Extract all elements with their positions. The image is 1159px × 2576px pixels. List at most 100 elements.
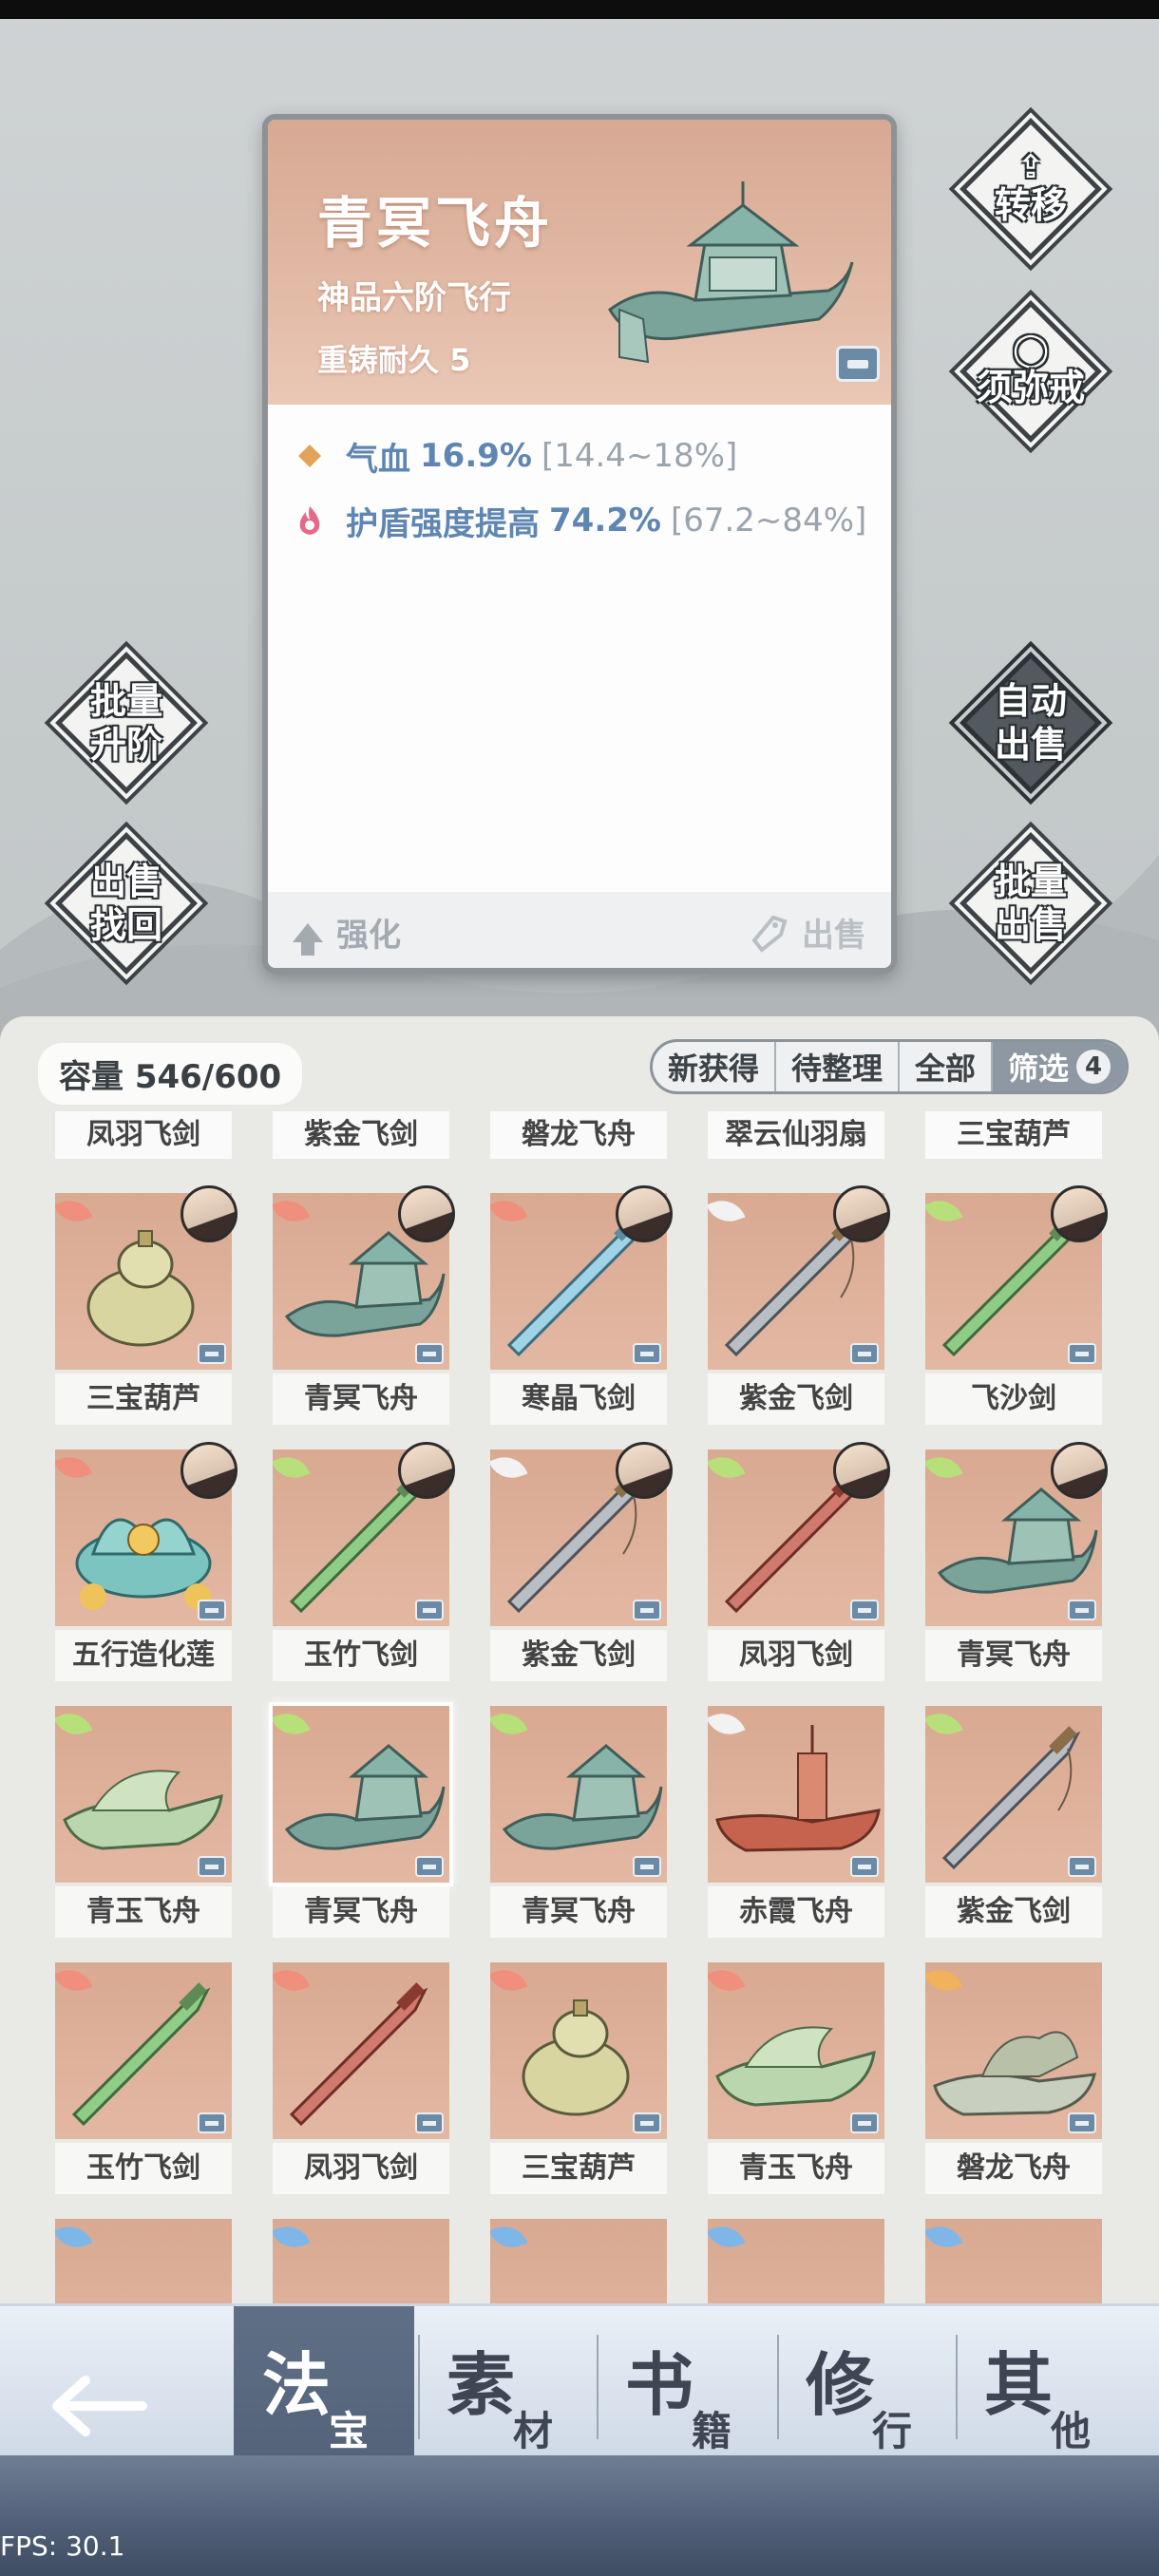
tab-new[interactable]: 新获得 xyxy=(653,1042,776,1091)
inventory-item[interactable]: 青冥飞舟 xyxy=(269,1702,453,1940)
list-item-label[interactable]: 三宝葫芦 xyxy=(925,1111,1102,1159)
lock-icon xyxy=(415,1600,444,1620)
item-name: 青冥飞舟 xyxy=(490,1886,667,1938)
item-name: 紫金飞剑 xyxy=(708,1373,884,1425)
inventory-item[interactable]: 飞沙剑 xyxy=(925,1185,1108,1427)
list-item-label[interactable]: 凤羽飞剑 xyxy=(55,1111,232,1159)
inventory-item[interactable]: 三宝葫芦 xyxy=(490,1962,667,2196)
lock-icon xyxy=(198,1600,226,1620)
item-name: 紫金飞剑 xyxy=(490,1630,667,1681)
item-title: 青冥飞舟 xyxy=(317,191,554,256)
inventory-item[interactable]: 紫金飞剑 xyxy=(490,1442,673,1683)
sumeru-ring-button[interactable]: ◯ 须弥戒 xyxy=(960,300,1102,443)
back-arrow-icon xyxy=(52,2376,147,2436)
lock-icon xyxy=(850,1600,879,1620)
lock-icon xyxy=(1068,1856,1096,1877)
lock-icon xyxy=(415,1856,444,1877)
item-thumbnail xyxy=(55,1706,232,1883)
item-name: 青玉飞舟 xyxy=(708,2143,884,2194)
equipped-avatar xyxy=(616,1185,673,1242)
item-thumbnail xyxy=(925,1706,1102,1883)
tab-cultivation[interactable]: 修 行 xyxy=(777,2306,958,2458)
tab-filter[interactable]: 筛选 4 xyxy=(992,1042,1126,1091)
sell-recover-label-2: 找回 xyxy=(89,904,162,946)
item-grade: 神品六阶飞行 xyxy=(317,279,511,317)
tab-big-char: 素 xyxy=(446,2345,516,2425)
inventory-item[interactable]: 青冥飞舟 xyxy=(490,1706,667,1940)
inventory-item[interactable]: 青冥飞舟 xyxy=(925,1442,1108,1683)
ring-icon: ◯ xyxy=(1012,331,1050,369)
filter-label: 筛选 xyxy=(1007,1051,1069,1087)
item-name: 三宝葫芦 xyxy=(55,1373,232,1425)
flying-boat-artwork xyxy=(608,181,854,364)
inventory-item[interactable]: 玉竹飞剑 xyxy=(273,1442,455,1683)
inventory-item[interactable]: 青玉飞舟 xyxy=(708,1962,884,2196)
inventory-item[interactable]: 青玉飞舟 xyxy=(55,1706,232,1940)
item-detail-card: 青冥飞舟 神品六阶飞行 重铸耐久 5 气血 16.9% [14.4~18%] 护… xyxy=(262,114,897,974)
sell-button[interactable]: 出售 xyxy=(749,909,866,956)
inventory-item[interactable]: 五行造化莲 xyxy=(55,1442,238,1683)
stat-range: [67.2~84%] xyxy=(670,502,867,540)
inventory-item[interactable]: 赤霞飞舟 xyxy=(708,1706,884,1940)
tab-big-char: 法 xyxy=(262,2345,332,2425)
status-bar xyxy=(0,0,1159,19)
equipped-avatar xyxy=(1051,1442,1108,1499)
tab-all[interactable]: 全部 xyxy=(900,1042,993,1091)
item-thumbnail xyxy=(55,1962,232,2139)
inventory-item[interactable]: 凤羽飞剑 xyxy=(708,1442,890,1683)
equipped-avatar xyxy=(1051,1185,1108,1242)
lock-icon[interactable] xyxy=(836,346,880,382)
sell-icon xyxy=(751,915,788,953)
fps-counter: FPS: 30.1 xyxy=(0,2530,125,2562)
tab-big-char: 书 xyxy=(625,2345,694,2425)
stat-value: 74.2% xyxy=(549,502,661,540)
inventory-item[interactable]: 磐龙飞舟 xyxy=(925,1962,1102,2196)
rarity-wing-icon xyxy=(55,2219,93,2255)
list-item-label[interactable]: 磐龙飞舟 xyxy=(490,1111,667,1159)
inventory-panel: 容量 546/600 新获得 待整理 全部 筛选 4 凤羽飞剑 紫金飞剑 磐龙飞舟… xyxy=(0,1016,1159,2384)
item-thumbnail xyxy=(490,1706,667,1883)
lock-icon xyxy=(850,1856,879,1877)
lock-icon xyxy=(850,2112,879,2133)
capacity-label: 容量 546/600 xyxy=(38,1043,303,1105)
inventory-item[interactable]: 紫金飞剑 xyxy=(925,1706,1102,1940)
batch-sell-label-2: 出售 xyxy=(994,904,1067,946)
inventory-item[interactable]: 紫金飞剑 xyxy=(708,1185,890,1427)
lock-icon xyxy=(198,2112,226,2133)
rarity-wing-icon xyxy=(925,2219,963,2255)
list-item-label[interactable]: 翠云仙羽扇 xyxy=(708,1111,884,1159)
item-name: 玉竹飞剑 xyxy=(273,1630,449,1681)
batch-upgrade-button[interactable]: 批量 升阶 xyxy=(55,652,198,794)
batch-upgrade-label-2: 升阶 xyxy=(89,724,162,766)
item-name: 赤霞飞舟 xyxy=(708,1886,884,1938)
inventory-item[interactable]: 凤羽飞剑 xyxy=(273,1962,449,2196)
equipped-avatar xyxy=(180,1185,238,1242)
upload-icon: ⇪ xyxy=(1016,148,1045,186)
back-button[interactable] xyxy=(48,2373,162,2449)
tab-to-organize[interactable]: 待整理 xyxy=(776,1042,900,1091)
inventory-item[interactable]: 玉竹飞剑 xyxy=(55,1962,232,2196)
flame-shield-icon xyxy=(291,504,329,537)
equipped-avatar xyxy=(398,1442,455,1499)
auto-sell-button[interactable]: 自动 出售 xyxy=(960,652,1102,794)
sell-recover-button[interactable]: 出售 找回 xyxy=(55,832,198,975)
tab-treasure[interactable]: 法 宝 xyxy=(234,2306,414,2458)
lock-icon xyxy=(1068,2112,1096,2133)
inventory-item[interactable]: 寒晶飞剑 xyxy=(490,1185,673,1427)
list-item-label[interactable]: 紫金飞剑 xyxy=(273,1111,449,1159)
tab-materials[interactable]: 素 材 xyxy=(418,2306,598,2458)
enhance-button[interactable]: 强化 xyxy=(293,909,401,956)
auto-sell-label-1: 自动 xyxy=(994,680,1067,722)
tab-other[interactable]: 其 他 xyxy=(956,2306,1136,2458)
inventory-item[interactable]: 青冥飞舟 xyxy=(273,1185,455,1427)
batch-sell-button[interactable]: 批量 出售 xyxy=(960,832,1102,975)
rarity-wing-icon xyxy=(490,2219,528,2255)
batch-upgrade-label-1: 批量 xyxy=(89,680,162,722)
item-name: 凤羽飞剑 xyxy=(708,1630,884,1681)
stat-value: 16.9% xyxy=(420,437,532,475)
inventory-item[interactable]: 三宝葫芦 xyxy=(55,1185,238,1427)
nav-shadow-band xyxy=(0,2455,1159,2576)
item-durability: 重铸耐久 5 xyxy=(317,342,471,378)
transfer-button[interactable]: ⇪ 转移 xyxy=(960,118,1102,260)
tab-books[interactable]: 书 籍 xyxy=(597,2306,777,2458)
